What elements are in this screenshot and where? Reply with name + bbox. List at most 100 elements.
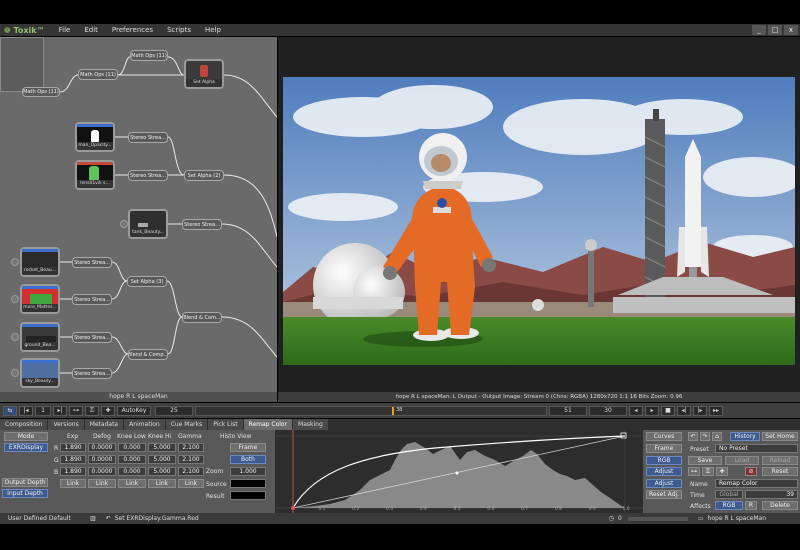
time-mode-field[interactable]: Global	[715, 490, 743, 499]
end-frame-field[interactable]: 51	[549, 405, 587, 416]
b-knee-hi-field[interactable]: 5.000	[148, 467, 176, 476]
thumbnail-node[interactable]: lens01vik s...	[75, 160, 115, 190]
schematic-node[interactable]: Blend & Comp...	[128, 349, 168, 360]
thumbnail-node[interactable]: more_Mattes...	[20, 284, 60, 314]
schematic-node[interactable]: Blend & Com...	[182, 312, 222, 323]
schematic-node[interactable]: Stereo Strea...	[72, 257, 112, 268]
schematic-node[interactable]: Stereo Strea...	[72, 368, 112, 379]
schematic-node[interactable]: Stereo Strea...	[72, 294, 112, 305]
histo-frame-button[interactable]: Frame	[230, 443, 266, 452]
reset-button[interactable]: Reset	[762, 467, 798, 476]
schematic-node[interactable]: Set Alpha	[184, 59, 224, 89]
input-depth-button[interactable]: Input Depth	[2, 489, 48, 498]
key-icon[interactable]: ⚿	[702, 467, 714, 476]
r-defog-field[interactable]: 0.0000	[88, 443, 116, 452]
schematic-node[interactable]: Math Ops (11)	[22, 87, 60, 97]
mode-select[interactable]: EXRDisplay	[4, 443, 48, 452]
b-knee-low-field[interactable]: 0.000	[118, 467, 146, 476]
menu-help[interactable]: Help	[205, 26, 221, 34]
r-exp-field[interactable]: 1.890	[60, 443, 86, 452]
b-exp-field[interactable]: 1.890	[60, 467, 86, 476]
r-gamma-field[interactable]: 2.100	[178, 443, 204, 452]
schematic-node[interactable]: Math Ops (11)	[78, 69, 118, 80]
last-frame-button[interactable]: ▸▸	[709, 405, 723, 416]
name-field[interactable]: Remap Color	[715, 479, 798, 488]
reset-adj-button[interactable]: Reset Adj.	[646, 490, 682, 499]
image-viewer[interactable]: hope R L spaceMan: L Output - Output Ima…	[278, 37, 800, 402]
go-start-button[interactable]: |◂	[19, 405, 33, 416]
schematic-view[interactable]: Math Ops (11) Math Ops (11) Math Ops (11…	[0, 37, 277, 402]
preset-select[interactable]: No Preset	[715, 444, 798, 453]
set-home-button[interactable]: Set Home	[762, 432, 798, 441]
menu-scripts[interactable]: Scripts	[167, 26, 191, 34]
g-defog-field[interactable]: 0.0000	[88, 455, 116, 464]
add-key-icon[interactable]: ✚	[716, 467, 728, 476]
current-frame-field[interactable]: 25	[155, 405, 193, 416]
adjust-button-2[interactable]: Adjust	[646, 479, 682, 488]
schematic-node[interactable]: Stereo Strea...	[182, 219, 222, 230]
b-defog-field[interactable]: 0.0000	[88, 467, 116, 476]
minimize-button[interactable]: _	[752, 25, 766, 35]
load-button[interactable]: Load	[725, 456, 759, 465]
input-port[interactable]	[11, 333, 19, 341]
undo-icon[interactable]: ↶	[688, 432, 698, 441]
schematic-node[interactable]: Stereo Strea...	[128, 132, 168, 143]
delete-button[interactable]: Delete	[762, 501, 798, 510]
home-icon[interactable]: ⌂	[712, 432, 722, 441]
reload-button[interactable]: Reload	[762, 456, 798, 465]
minimap-panel[interactable]	[0, 37, 44, 92]
g-knee-hi-field[interactable]: 5.000	[148, 455, 176, 464]
g-exp-field[interactable]: 1.890	[60, 455, 86, 464]
input-port[interactable]	[11, 295, 19, 303]
go-end-button[interactable]: ▸|	[53, 405, 67, 416]
key-icon[interactable]: ⚿	[85, 405, 99, 416]
history-button[interactable]: History	[730, 432, 760, 441]
schematic-node[interactable]: Set Alpha (2)	[184, 170, 224, 181]
set-key-button[interactable]: ✚	[101, 405, 115, 416]
time-value-field[interactable]: 39	[745, 490, 798, 499]
tab-pick-list[interactable]: Pick List	[208, 419, 243, 430]
thumbnail-node[interactable]: tank_Beauty...	[128, 209, 168, 239]
input-port[interactable]	[11, 369, 19, 377]
b-gamma-field[interactable]: 2.100	[178, 467, 204, 476]
tab-composition[interactable]: Composition	[0, 419, 48, 430]
tab-versions[interactable]: Versions	[48, 419, 84, 430]
g-knee-low-field[interactable]: 0.000	[118, 455, 146, 464]
affects-r-toggle[interactable]: R	[745, 501, 757, 510]
play-button[interactable]: ▸	[645, 405, 659, 416]
playhead[interactable]	[392, 406, 394, 415]
thumbnail-node[interactable]: ground_Bea...	[20, 322, 60, 352]
timeline-scrubber[interactable]: 38	[195, 405, 547, 416]
link-gamma-button[interactable]: Link	[178, 479, 204, 488]
redo-icon[interactable]: ↷	[700, 432, 710, 441]
sync-icon[interactable]: ⇆	[3, 405, 17, 416]
input-port[interactable]	[120, 220, 128, 228]
prev-frame-button[interactable]: ◂|	[677, 405, 691, 416]
tab-remap-color[interactable]: Remap Color	[243, 419, 293, 430]
link-exp-button[interactable]: Link	[60, 479, 86, 488]
maximize-button[interactable]: □	[768, 25, 782, 35]
tab-cue-marks[interactable]: Cue Marks	[165, 419, 208, 430]
tab-masking[interactable]: Masking	[293, 419, 328, 430]
menu-file[interactable]: File	[59, 26, 71, 34]
loop-icon[interactable]: ⊶	[69, 405, 83, 416]
thumbnail-node[interactable]: man_Opacity...	[75, 122, 115, 152]
r-knee-hi-field[interactable]: 5.000	[148, 443, 176, 452]
thumbnail-node[interactable]: sky_Beauty...	[20, 358, 60, 388]
save-button[interactable]: Save	[688, 456, 722, 465]
output-depth-button[interactable]: Output Depth	[2, 478, 48, 487]
menu-preferences[interactable]: Preferences	[112, 26, 153, 34]
schematic-node[interactable]: Stereo Strea...	[128, 170, 168, 181]
link-knee-hi-button[interactable]: Link	[148, 479, 176, 488]
loop-icon[interactable]: ⊶	[688, 467, 700, 476]
frame-step-field[interactable]: 1	[35, 405, 51, 416]
tab-metadata[interactable]: Metadata	[84, 419, 124, 430]
adjust-button[interactable]: Adjust	[646, 467, 682, 476]
menu-edit[interactable]: Edit	[84, 26, 98, 34]
link-defog-button[interactable]: Link	[88, 479, 116, 488]
curve-editor[interactable]: 0.1 0.2 0.3 0.4 0.5 0.6 0.7 0.8 0.9 1.0	[275, 430, 643, 513]
link-knee-low-button[interactable]: Link	[118, 479, 146, 488]
next-frame-button[interactable]: |▸	[693, 405, 707, 416]
input-port[interactable]	[11, 258, 19, 266]
stop-button[interactable]: ■	[661, 405, 675, 416]
